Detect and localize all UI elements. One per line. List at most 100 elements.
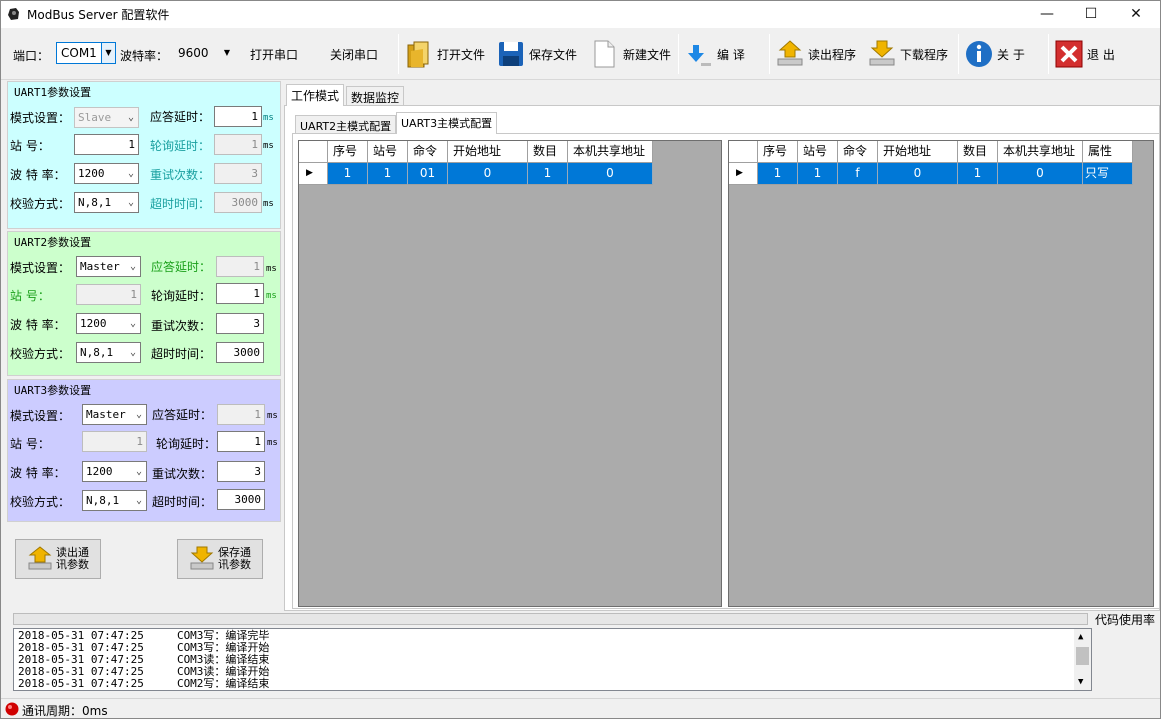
uart2-poll-delay-input[interactable]: 1 [216, 283, 264, 304]
baud-select[interactable]: 9600 ▼ [173, 42, 235, 64]
uart3-reply-delay-label: 应答延时： [152, 408, 213, 422]
grid-cell[interactable]: 1 [758, 163, 798, 185]
column-header[interactable]: 命令 [838, 141, 878, 163]
close-port-button[interactable]: 关闭串口 [330, 33, 378, 75]
uart1-reply-delay-input[interactable]: 1 [214, 106, 262, 127]
right-config-grid[interactable]: 序号 站号 命令 开始地址 数目 本机共享地址 属性 ▶ 1 1 f 0 1 0… [728, 140, 1154, 607]
scroll-thumb[interactable] [1076, 647, 1089, 665]
column-header[interactable]: 序号 [328, 141, 368, 163]
grid-cell[interactable]: 只写 [1083, 163, 1133, 185]
uart2-station-input[interactable]: 1 [76, 284, 141, 305]
download-program-button[interactable]: 下载程序 [868, 33, 948, 75]
column-header[interactable]: 站号 [798, 141, 838, 163]
uart3-reply-delay-input[interactable]: 1 [217, 404, 265, 425]
save-file-button[interactable]: 保存文件 [497, 33, 577, 75]
floppy-disk-icon [499, 42, 523, 66]
grid-cell[interactable]: f [838, 163, 878, 185]
open-port-button[interactable]: 打开串口 [250, 33, 298, 75]
minimize-button[interactable]: — [1024, 1, 1070, 28]
uart3-timeout-input[interactable]: 3000 [217, 489, 265, 510]
column-header[interactable]: 数目 [528, 141, 568, 163]
port-select[interactable]: COM1 ▼ [56, 42, 116, 64]
uart1-poll-delay-input[interactable]: 1 [214, 134, 262, 155]
open-file-button[interactable]: 打开文件 [405, 33, 485, 75]
status-led-icon [5, 702, 19, 716]
scroll-down-icon[interactable]: ▼ [1078, 676, 1083, 688]
row-header[interactable]: ▶ [729, 163, 758, 185]
uart2-retry-input[interactable]: 3 [216, 313, 264, 334]
column-header[interactable]: 开始地址 [878, 141, 958, 163]
tab-uart3-master[interactable]: UART3主模式配置 [396, 112, 498, 134]
log-scrollbar[interactable]: ▲ ▼ [1074, 629, 1091, 690]
uart3-baud-select[interactable]: 1200 ⌄ [82, 461, 147, 482]
grid-cell[interactable]: 0 [878, 163, 958, 185]
tab-uart2-master[interactable]: UART2主模式配置 [295, 115, 397, 135]
compile-label: 编 译 [717, 47, 745, 62]
log-output[interactable]: 2018-05-31 07:47:25 COM3写：编译完毕 2018-05-3… [13, 628, 1092, 691]
grid-cell[interactable]: 0 [998, 163, 1083, 185]
column-header[interactable]: 站号 [368, 141, 408, 163]
uart3-retry-input[interactable]: 3 [217, 461, 265, 482]
uart1-group: UART1参数设置 模式设置： Slave ⌄ 应答延时： 1 ms 站 号： 1… [7, 81, 281, 229]
grid-cell[interactable]: 1 [958, 163, 998, 185]
scroll-up-icon[interactable]: ▲ [1078, 631, 1083, 643]
column-header[interactable]: 属性 [1083, 141, 1133, 163]
column-header[interactable]: 命令 [408, 141, 448, 163]
toolbar-separator [1048, 34, 1049, 74]
uart2-parity-select[interactable]: N,8,1 ⌄ [76, 342, 141, 363]
grid-cell[interactable]: 1 [368, 163, 408, 185]
toolbar: 端口： COM1 ▼ 波特率： 9600 ▼ 打开串口 关闭串口 打开文件 保存… [1, 28, 1160, 80]
tab-work-mode[interactable]: 工作模式 [286, 84, 345, 106]
grid-cell[interactable]: 01 [408, 163, 448, 185]
uart2-mode-select[interactable]: Master ⌄ [76, 256, 141, 277]
toolbar-separator [678, 34, 679, 74]
grid-cell[interactable]: 0 [448, 163, 528, 185]
uart3-parity-select[interactable]: N,8,1 ⌄ [82, 490, 147, 511]
new-file-button[interactable]: 新建文件 [591, 33, 671, 75]
baud-label: 波特率： [120, 49, 169, 63]
app-window: ModBus Server 配置软件 — ☐ ✕ 端口： COM1 ▼ 波特率：… [0, 0, 1161, 719]
maximize-button[interactable]: ☐ [1068, 1, 1114, 28]
uart2-baud-label: 波 特 率： [10, 318, 66, 332]
column-header[interactable]: 数目 [958, 141, 998, 163]
uart1-parity-value: N,8,1 [78, 196, 112, 209]
uart3-station-input[interactable]: 1 [82, 431, 147, 452]
uart1-retry-input[interactable]: 3 [214, 163, 262, 184]
uart2-reply-delay-input[interactable]: 1 [216, 256, 264, 277]
tab-data-monitor[interactable]: 数据监控 [346, 86, 405, 106]
uart2-parity-value: N,8,1 [80, 346, 114, 359]
compile-arrow-icon [688, 45, 711, 66]
uart1-parity-select[interactable]: N,8,1 ⌄ [74, 192, 139, 213]
column-header[interactable]: 序号 [758, 141, 798, 163]
save-comm-params-button[interactable]: 保存通 讯参数 [177, 539, 263, 579]
compile-button[interactable]: 编 译 [685, 33, 745, 75]
left-config-grid[interactable]: 序号 站号 命令 开始地址 数目 本机共享地址 ▶ 1 1 01 0 1 0 [298, 140, 722, 607]
new-file-icon [594, 40, 615, 68]
row-header[interactable]: ▶ [299, 163, 328, 185]
uart3-poll-delay-input[interactable]: 1 [217, 431, 265, 452]
uart2-timeout-input[interactable]: 3000 [216, 342, 264, 363]
grid-cell[interactable]: 1 [798, 163, 838, 185]
uart2-poll-delay-unit: ms [266, 291, 277, 301]
uart3-mode-select[interactable]: Master ⌄ [82, 404, 147, 425]
uart1-timeout-input[interactable]: 3000 [214, 192, 262, 213]
read-comm-params-button[interactable]: 读出通 讯参数 [15, 539, 101, 579]
about-button[interactable]: 关 于 [965, 33, 1025, 75]
column-header[interactable]: 开始地址 [448, 141, 528, 163]
exit-button[interactable]: 退 出 [1055, 33, 1115, 75]
grid-cell[interactable]: 1 [528, 163, 568, 185]
close-button[interactable]: ✕ [1113, 1, 1159, 28]
uart1-baud-select[interactable]: 1200 ⌄ [74, 163, 139, 184]
code-usage-label: 代码使用率 [1095, 613, 1156, 627]
uart1-mode-select[interactable]: Slave ⌄ [74, 107, 139, 128]
uart2-baud-select[interactable]: 1200 ⌄ [76, 313, 141, 334]
uart2-title: UART2参数设置 [14, 236, 92, 249]
grid-cell[interactable]: 0 [568, 163, 653, 185]
open-port-label: 打开串口 [250, 47, 299, 62]
read-program-button[interactable]: 读出程序 [776, 33, 856, 75]
column-header[interactable]: 本机共享地址 [998, 141, 1083, 163]
grid-cell[interactable]: 1 [328, 163, 368, 185]
uart1-station-input[interactable]: 1 [74, 134, 139, 155]
column-header[interactable]: 本机共享地址 [568, 141, 653, 163]
save-file-label: 保存文件 [529, 47, 578, 62]
